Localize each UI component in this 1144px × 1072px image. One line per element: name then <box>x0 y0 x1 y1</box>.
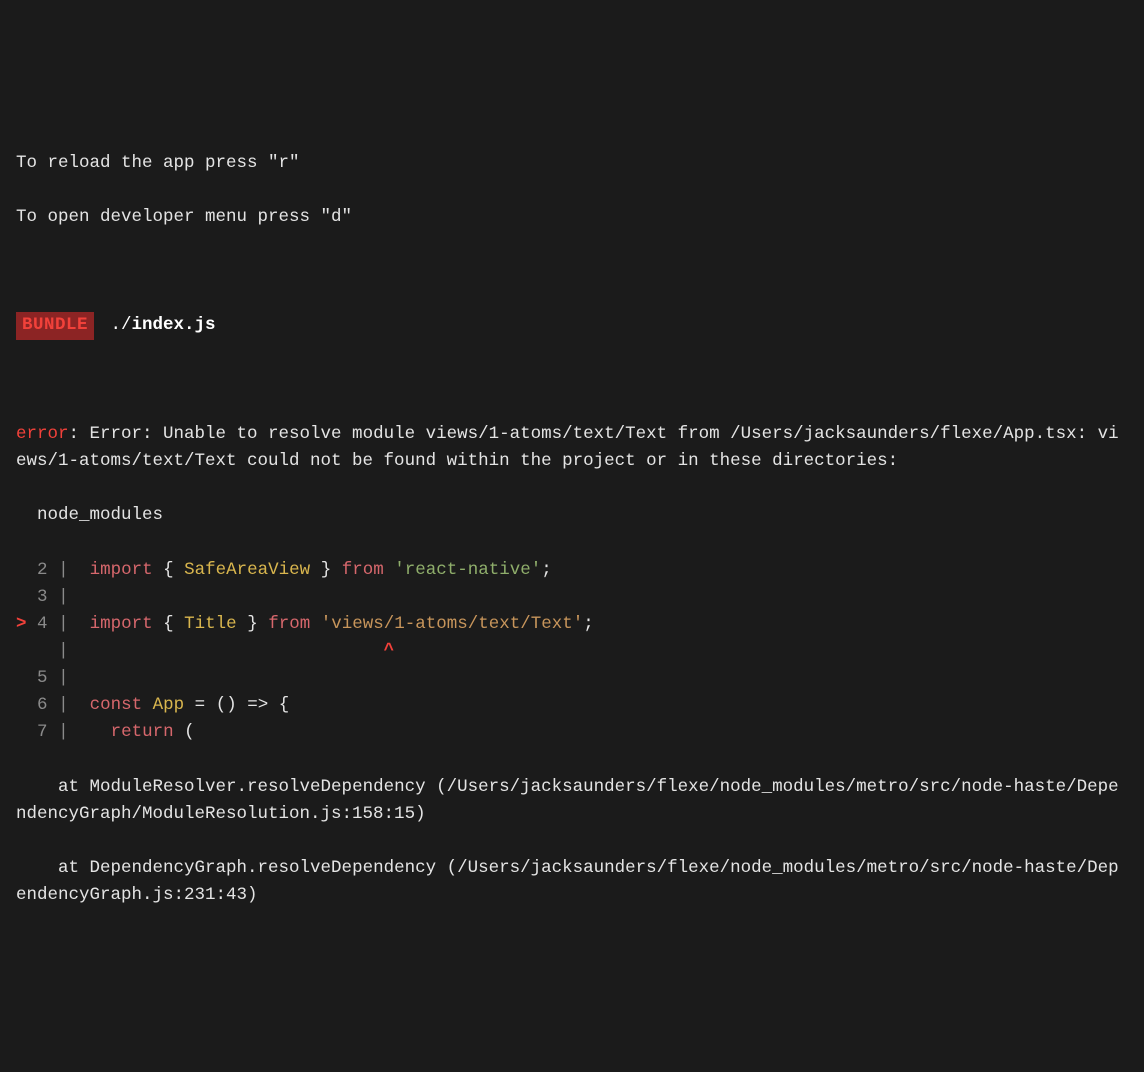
entry-file: index.js <box>132 315 216 335</box>
stack-frame: at ModuleResolver.resolveDependency (/Us… <box>16 774 1128 828</box>
code-line: 5 | <box>16 665 1128 692</box>
code-line: 3 | <box>16 584 1128 611</box>
entry-prefix: ./ <box>111 315 132 335</box>
code-line: 6 | const App = () => { <box>16 692 1128 719</box>
stack-frame: at DependencyGraph.resolveDependency (/U… <box>16 855 1128 909</box>
terminal-output: To reload the app press "r" To open deve… <box>16 123 1128 937</box>
error-text: : Error: Unable to resolve module views/… <box>16 424 1119 471</box>
code-context: 2 | import { SafeAreaView } from 'react-… <box>16 557 1128 747</box>
code-caret-line: | ^ <box>16 638 1128 665</box>
error-label: error <box>16 424 69 444</box>
code-line: 2 | import { SafeAreaView } from 'react-… <box>16 557 1128 584</box>
bundle-badge: BUNDLE <box>16 312 94 339</box>
error-message: error: Error: Unable to resolve module v… <box>16 421 1128 475</box>
devmenu-hint: To open developer menu press "d" <box>16 204 1128 231</box>
code-line: > 4 | import { Title } from 'views/1-ato… <box>16 611 1128 638</box>
bundle-line: BUNDLE ./index.js <box>16 312 1128 339</box>
reload-hint: To reload the app press "r" <box>16 150 1128 177</box>
error-dirs: node_modules <box>16 502 1128 529</box>
code-line: 7 | return ( <box>16 719 1128 746</box>
